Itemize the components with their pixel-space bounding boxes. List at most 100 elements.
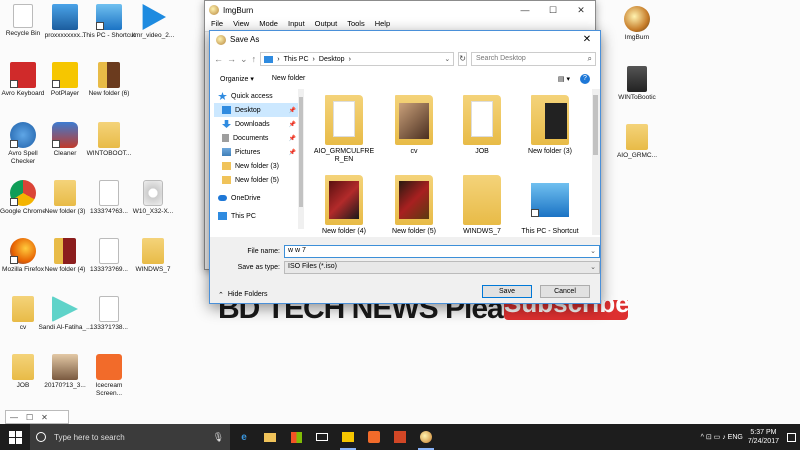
file-item-new-folder-4[interactable]: New folder (4) [312,175,376,236]
file-item-label: New folder (4) [322,228,366,235]
breadcrumb-this-pc[interactable]: This PC [284,56,309,63]
help-button[interactable]: ? [580,73,590,84]
taskbar-search[interactable]: Type here to search 🎙 [30,424,230,450]
desktop-icon-label: AIO_GRMC... [616,152,658,159]
edge-icon[interactable]: e [234,424,254,450]
desktop-icon-wintoboot[interactable]: WINTOBOOT... [82,122,136,158]
navigation-pane: Quick access Desktop 📌 Downloads 📌 Docum… [214,89,298,229]
file-list-scrollbar[interactable] [592,89,600,235]
scrollbar-thumb[interactable] [299,97,303,207]
desktop-icon-label: ImgBurn [624,34,650,41]
new-folder-button[interactable]: New folder [272,75,305,82]
chevron-down-icon[interactable]: ⌄ [590,247,596,255]
file-item-new-folder-3[interactable]: New folder (3) [518,95,582,156]
file-item-aio[interactable]: AIO_GRMCULFRE R_EN [312,95,376,164]
file-list: AIO_GRMCULFRE R_EN cv JOB New folder (3)… [306,89,592,235]
forward-button[interactable]: → [227,54,236,64]
nav-item-quick-access[interactable]: Quick access [214,89,298,103]
up-button[interactable]: ↑ [252,54,257,64]
nav-item-pictures[interactable]: Pictures 📌 [214,145,298,159]
desktop-icon-file-3[interactable]: 1333?1?38... [82,296,136,332]
folder-icon [54,238,76,264]
chevron-down-icon[interactable]: ⌄ [444,55,450,63]
scrollbar-thumb[interactable] [593,95,598,155]
clock-date: 7/24/2017 [747,438,779,445]
store-icon[interactable] [286,424,306,450]
dialog-titlebar[interactable]: Save As ✕ [210,31,600,48]
shortcut-arrow-icon [96,22,104,30]
clock[interactable]: 5:37 PM 7/24/2017 [748,428,779,446]
maximize-button[interactable]: ☐ [539,5,567,16]
nav-item-new-folder-5[interactable]: New folder (5) [214,173,298,187]
desktop-icon-w10[interactable]: W10_X32-X... [126,180,180,216]
nav-item-new-folder-3[interactable]: New folder (3) [214,159,298,173]
file-item-job[interactable]: JOB [450,95,514,156]
desktop-icon-aio[interactable]: AIO_GRMC... [610,124,664,160]
imgburn-titlebar[interactable]: ImgBurn — ☐ ✕ [205,1,595,19]
back-button[interactable]: ← [214,54,223,64]
save-type-select[interactable]: ISO Files (*.iso) ⌄ [284,261,600,274]
nav-item-downloads[interactable]: Downloads 📌 [214,117,298,131]
chevron-down-icon[interactable]: ⌄ [590,263,596,271]
start-button[interactable] [0,424,30,450]
desktop-icon-wintobootic[interactable]: WINToBootic [610,66,664,102]
cleaner-icon [52,122,78,148]
file-name-input[interactable]: w w 7 ⌄ [284,245,600,258]
taskbar-apps: e [234,424,436,450]
desktop-icon-new-folder-6[interactable]: New folder (6) [82,62,136,98]
file-item-new-folder-5[interactable]: New folder (5) [382,175,446,236]
desktop-icon-windws7[interactable]: WINDWS_7 [126,238,180,274]
nav-pane-scrollbar[interactable] [298,89,304,229]
organize-button[interactable]: Organize ▾ [220,75,254,83]
documents-icon [222,134,229,142]
nav-item-documents[interactable]: Documents 📌 [214,131,298,145]
file-item-label: WINDWS_7 [463,228,501,235]
hide-folders-button[interactable]: ⌃ Hide Folders [218,291,268,299]
breadcrumb-sep: › [277,55,280,63]
folder-icon [325,175,363,225]
maximize-button[interactable]: ☐ [26,413,33,422]
taskbar-folder-icon[interactable] [338,424,358,450]
nav-item-this-pc[interactable]: This PC [214,209,298,223]
folder-icon [626,124,648,150]
refresh-button[interactable]: ↻ [458,52,467,66]
view-options-button[interactable]: ▤ ▾ [558,75,570,83]
search-input[interactable]: Search Desktop ⌕ [471,52,596,66]
file-item-this-pc-shortcut[interactable]: This PC - Shortcut [518,175,582,236]
folder-icon [98,122,120,148]
windows-logo-icon [8,430,22,444]
nav-item-label: OneDrive [231,194,261,202]
powerpoint-icon[interactable] [390,424,410,450]
minimize-button[interactable]: — [10,413,18,422]
notification-icon[interactable] [787,432,796,442]
recent-locations-button[interactable]: ⌄ [240,54,248,65]
nav-item-label: Desktop [235,106,261,114]
search-icon: ⌕ [587,54,592,63]
desktop-icon-video[interactable]: kmr_video_2... [126,4,180,40]
mail-icon[interactable] [312,424,332,450]
tray-icons[interactable]: ^ ⊡ ▭ ♪ ENG [701,433,743,441]
desktop-icon-icecream[interactable]: Icecream Screen... [82,354,136,398]
window-controls: — ☐ ✕ [511,5,595,16]
file-explorer-icon[interactable] [260,424,280,450]
address-bar[interactable]: › This PC › Desktop › ⌄ [260,52,455,66]
minimized-window[interactable]: — ☐ ✕ [5,410,69,424]
microphone-icon[interactable]: 🎙 [213,432,224,443]
taskbar-search-placeholder: Type here to search [54,432,125,442]
imgburn-taskbar-icon[interactable] [416,424,436,450]
file-item-windws7[interactable]: WINDWS_7 [450,175,514,236]
save-type-value: ISO Files (*.iso) [288,263,338,270]
nav-item-onedrive[interactable]: OneDrive [214,191,298,205]
desktop-icon-imgburn[interactable]: ImgBurn [610,6,664,42]
close-button[interactable]: ✕ [567,5,595,16]
save-button[interactable]: Save [482,285,532,298]
close-button[interactable]: ✕ [41,413,48,422]
icecream-taskbar-icon[interactable] [364,424,384,450]
file-item-cv[interactable]: cv [382,95,446,156]
dialog-close-button[interactable]: ✕ [574,34,600,45]
minimize-button[interactable]: — [511,5,539,16]
cancel-button[interactable]: Cancel [540,285,590,298]
folder-icon [395,95,433,145]
breadcrumb-desktop[interactable]: Desktop [319,56,345,63]
nav-item-desktop[interactable]: Desktop 📌 [214,103,298,117]
